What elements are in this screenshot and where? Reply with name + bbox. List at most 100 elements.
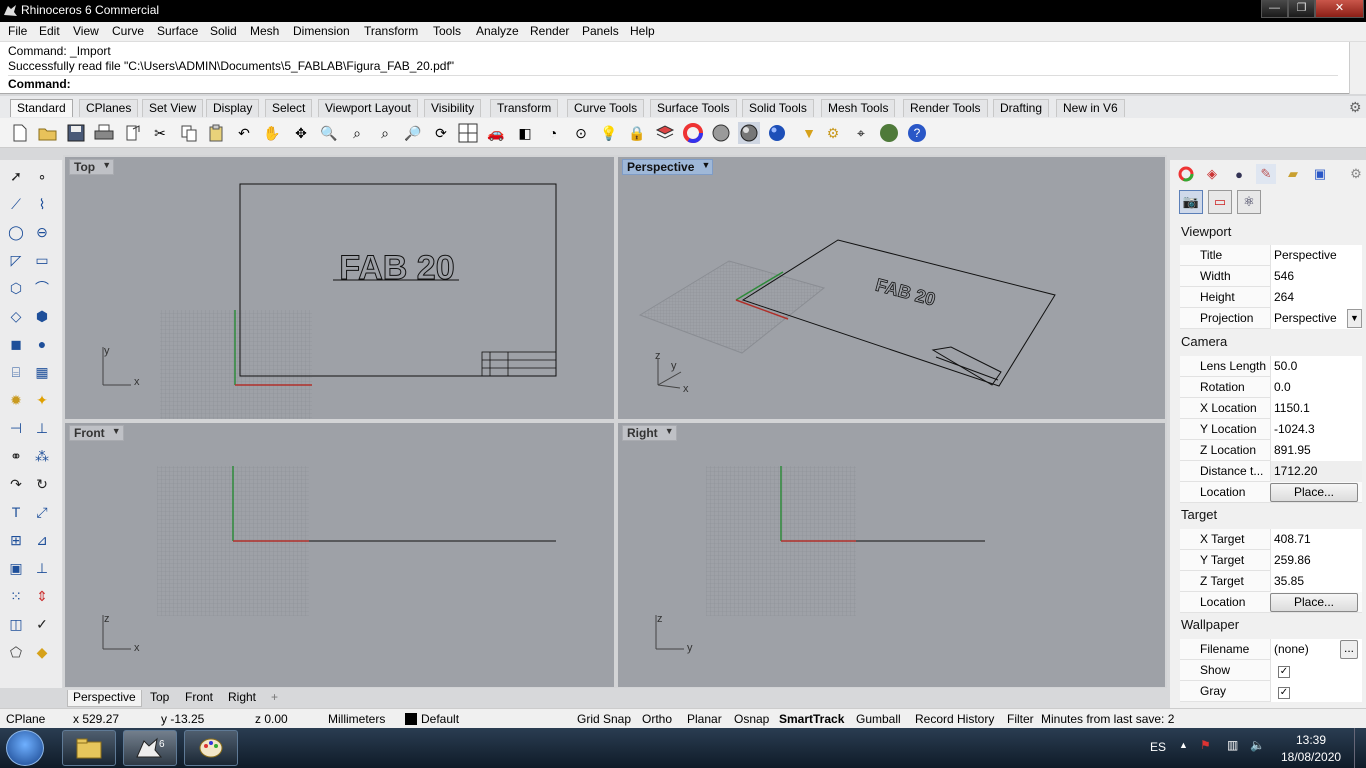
tab-set-view[interactable]: Set View [142, 99, 204, 117]
circle-icon[interactable]: ◯ [4, 220, 28, 244]
camera-icon[interactable]: 📷 [1179, 190, 1203, 214]
menu-edit[interactable]: Edit [39, 24, 60, 38]
viewport-front[interactable]: z x Front ▼ [65, 423, 614, 687]
rhino-render-icon[interactable] [878, 122, 900, 144]
tab-curve-tools[interactable]: Curve Tools [567, 99, 645, 117]
viewport-label-front[interactable]: Front ▼ [69, 425, 124, 441]
flow-icon[interactable]: ◫ [4, 612, 28, 636]
maximize-button[interactable]: ❐ [1288, 0, 1315, 18]
vp-tab-front[interactable]: Front [180, 690, 218, 707]
materials-icon[interactable]: ● [1229, 164, 1249, 184]
z-target-field[interactable]: 35.85 [1270, 571, 1362, 592]
width-field[interactable]: 546 [1270, 266, 1362, 287]
rotate-view-icon[interactable]: ✥ [290, 122, 312, 144]
sphere-solid-icon[interactable]: ● [30, 332, 54, 356]
menu-help[interactable]: Help [630, 24, 655, 38]
menu-surface[interactable]: Surface [157, 24, 198, 38]
boolean-icon[interactable]: ⚭ [4, 444, 28, 468]
material-icon[interactable] [710, 122, 732, 144]
tab-new-in-v6[interactable]: New in V6 [1056, 99, 1125, 117]
block-icon[interactable]: ▣ [4, 556, 28, 580]
text-icon[interactable]: T [4, 500, 28, 524]
menu-curve[interactable]: Curve [112, 24, 144, 38]
ortho-toggle[interactable]: Ortho [642, 712, 672, 726]
menu-file[interactable]: File [8, 24, 27, 38]
rectangle-icon[interactable]: ▭ [30, 248, 54, 272]
menu-transform[interactable]: Transform [364, 24, 418, 38]
cplane-icon[interactable]: ◧ [514, 122, 536, 144]
save-icon[interactable] [65, 122, 87, 144]
chevron-down-icon[interactable]: ▼ [112, 426, 121, 436]
cut-icon[interactable]: ✂ [149, 122, 171, 144]
y-location-field[interactable]: -1024.3 [1270, 419, 1362, 440]
undo-icon[interactable]: ↶ [233, 122, 255, 144]
group-icon[interactable]: ⁂ [30, 444, 54, 468]
tab-solid-tools[interactable]: Solid Tools [742, 99, 814, 117]
car-icon[interactable]: 🚗 [485, 122, 507, 144]
x-location-field[interactable]: 1150.1 [1270, 398, 1362, 419]
open-icon[interactable] [37, 122, 59, 144]
viewport-top[interactable]: FAB 20 y x Top ▼ [65, 157, 614, 419]
units-label[interactable]: Millimeters [328, 712, 385, 726]
grid-array-icon[interactable]: ⁙ [4, 584, 28, 608]
layers-icon[interactable]: ◈ [1202, 164, 1222, 184]
menu-dimension[interactable]: Dimension [293, 24, 350, 38]
light-tool-icon[interactable]: ✹ [4, 388, 28, 412]
chevron-down-icon[interactable]: ▼ [701, 160, 710, 170]
rotate-icon[interactable]: ⟳ [430, 122, 452, 144]
planar-toggle[interactable]: Planar [687, 712, 722, 726]
close-button[interactable]: ✕ [1315, 0, 1364, 18]
surface-icon[interactable]: ◇ [4, 304, 28, 328]
gumball-toggle[interactable]: Gumball [856, 712, 901, 726]
settings-icon[interactable]: ⚙ [822, 122, 844, 144]
dimension-icon[interactable]: ⊿ [30, 528, 54, 552]
target-molecule-icon[interactable]: ⚛ [1237, 190, 1261, 214]
osnap-toggle[interactable]: Osnap [734, 712, 769, 726]
viewport-label-right[interactable]: Right ▼ [622, 425, 677, 441]
gear-icon[interactable]: ⚙ [1346, 164, 1366, 184]
viewport-label-top[interactable]: Top ▼ [69, 159, 115, 175]
command-scrollbar[interactable] [1349, 42, 1366, 94]
minimize-button[interactable]: — [1261, 0, 1288, 18]
ellipse-icon[interactable]: ⊖ [30, 220, 54, 244]
volume-icon[interactable]: 🔈 [1250, 738, 1265, 752]
tab-display[interactable]: Display [206, 99, 260, 117]
menu-tools[interactable]: Tools [433, 24, 461, 38]
gray-checkbox[interactable]: ✓ [1278, 687, 1290, 699]
start-button[interactable] [6, 730, 44, 766]
rotation-field[interactable]: 0.0 [1270, 377, 1362, 398]
record-history-toggle[interactable]: Record History [915, 712, 994, 726]
command-prompt[interactable]: Command: [8, 75, 1338, 91]
four-viewports-icon[interactable] [457, 122, 479, 144]
tab-viewport-layout[interactable]: Viewport Layout [318, 99, 418, 117]
filter-icon[interactable]: ▼ [798, 122, 820, 144]
zoom-icon[interactable]: 🔍 [318, 122, 340, 144]
target-place-button[interactable]: Place... [1270, 593, 1358, 612]
lens-length-field[interactable]: 50.0 [1270, 356, 1362, 377]
chevron-down-icon[interactable]: ▼ [102, 160, 111, 170]
show-desktop-button[interactable] [1354, 728, 1366, 768]
viewport-frame-icon[interactable]: ▭ [1208, 190, 1232, 214]
tab-surface-tools[interactable]: Surface Tools [650, 99, 737, 117]
camera-place-button[interactable]: Place... [1270, 483, 1358, 502]
file-explorer-icon[interactable] [62, 730, 116, 766]
zoom-window-icon[interactable]: ⌕ [346, 122, 368, 144]
viewport-right[interactable]: z y Right ▼ [618, 423, 1165, 687]
viewport-perspective[interactable]: FAB 20 z y x Perspective ▼ [618, 157, 1165, 419]
clock-time[interactable]: 13:39 [1296, 733, 1326, 747]
measure-icon[interactable]: ⊥ [30, 556, 54, 580]
chevron-down-icon[interactable]: ▼ [1347, 309, 1362, 328]
clock-date[interactable]: 18/08/2020 [1281, 750, 1341, 764]
help-icon[interactable]: ? [906, 122, 928, 144]
z-location-field[interactable]: 891.95 [1270, 440, 1362, 461]
menu-view[interactable]: View [73, 24, 99, 38]
grid-snap-toggle[interactable]: Grid Snap [577, 712, 631, 726]
rhino-taskbar-icon[interactable]: 6 [123, 730, 177, 766]
browse-button[interactable]: ... [1340, 640, 1358, 659]
clipping-plane-icon[interactable]: ⬠ [4, 640, 28, 664]
pan-icon[interactable]: ✋ [261, 122, 283, 144]
layer-icon[interactable] [654, 122, 676, 144]
menu-panels[interactable]: Panels [582, 24, 619, 38]
smarttrack-toggle[interactable]: SmartTrack [779, 712, 844, 726]
language-indicator[interactable]: ES [1150, 740, 1166, 754]
